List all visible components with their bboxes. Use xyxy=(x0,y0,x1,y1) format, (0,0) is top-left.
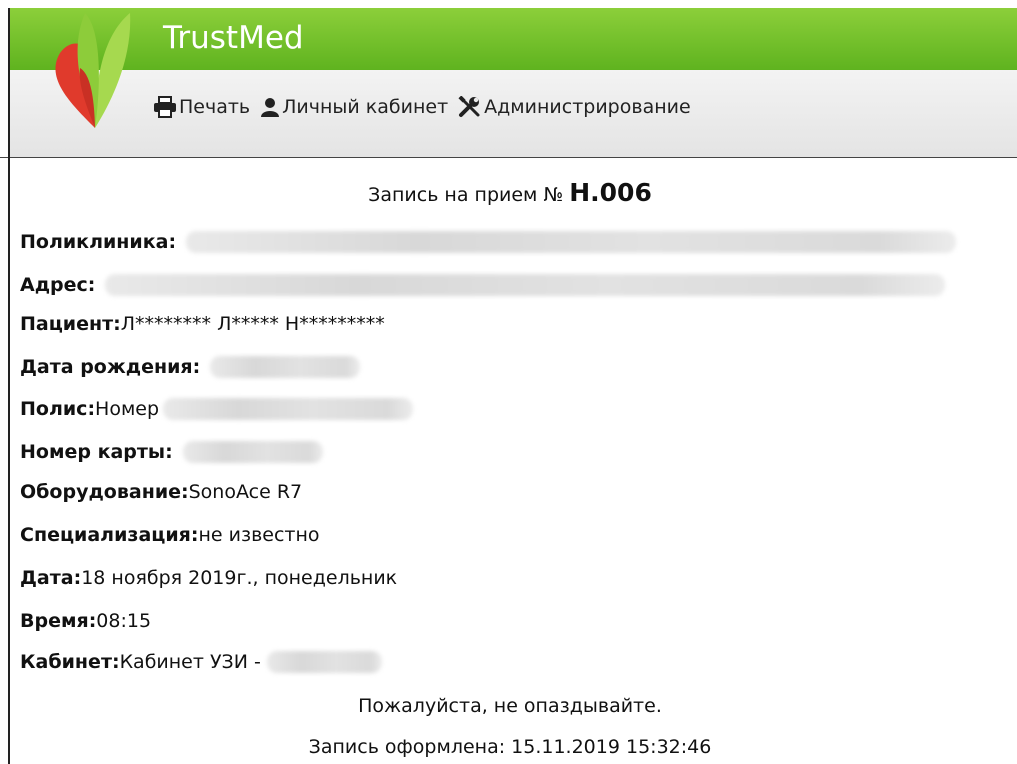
trustmed-logo-icon xyxy=(55,13,131,128)
menu-administration-label: Администрирование xyxy=(484,96,691,118)
birthdate-value-redacted xyxy=(210,356,361,378)
tools-icon xyxy=(458,96,480,117)
menu-print[interactable]: Печать xyxy=(153,96,250,118)
address-label: Адрес: xyxy=(20,274,96,296)
row-date: Дата: 18 ноября 2019г., понедельник xyxy=(20,567,397,589)
room-number-redacted xyxy=(266,651,382,673)
ticket-number: Н.006 xyxy=(569,178,652,207)
row-room: Кабинет: Кабинет УЗИ - xyxy=(20,651,382,673)
clinic-value-redacted xyxy=(186,231,957,253)
card-label: Номер карты: xyxy=(20,441,173,463)
row-patient: Пациент: Л******** Л***** Н********* xyxy=(20,313,385,335)
ticket-title-prefix: Запись на прием № xyxy=(368,184,570,206)
row-equipment: Оборудование: SonoAce R7 xyxy=(20,481,302,503)
policy-number-redacted xyxy=(163,398,414,420)
menu-administration[interactable]: Администрирование xyxy=(458,96,691,118)
menu-print-label: Печать xyxy=(179,96,251,118)
row-birthdate: Дата рождения: xyxy=(20,356,361,378)
row-specialization: Специализация: не известно xyxy=(20,524,320,546)
row-card: Номер карты: xyxy=(20,441,323,463)
reminder-text: Пожалуйста, не опаздывайте. xyxy=(358,695,662,717)
row-clinic: Поликлиника: xyxy=(20,231,957,253)
app-header: TrustMed Печать Личный кабинет Администр… xyxy=(0,0,1017,158)
clinic-label: Поликлиника: xyxy=(20,231,177,253)
issued-timestamp: Запись оформлена: 15.11.2019 15:32:46 xyxy=(308,736,712,758)
ticket-title: Запись на прием № Н.006 xyxy=(10,178,1010,207)
menu-personal-account-label: Личный кабинет xyxy=(282,96,449,118)
equipment-label: Оборудование: xyxy=(20,481,189,503)
row-policy: Полис: Номер xyxy=(20,398,414,420)
top-menu: Печать Личный кабинет Администрирование xyxy=(153,92,701,122)
room-label: Кабинет: xyxy=(20,651,120,673)
page-left-border xyxy=(8,8,10,764)
row-address: Адрес: xyxy=(20,274,946,296)
room-value: Кабинет УЗИ - xyxy=(119,651,261,673)
brand-title: TrustMed xyxy=(163,20,304,56)
date-label: Дата: xyxy=(20,567,82,589)
time-label: Время: xyxy=(20,610,97,632)
menu-personal-account[interactable]: Личный кабинет xyxy=(260,96,448,118)
equipment-value: SonoAce R7 xyxy=(188,481,303,503)
policy-value: Номер xyxy=(95,398,160,420)
date-value: 18 ноября 2019г., понедельник xyxy=(81,567,398,589)
row-time: Время: 08:15 xyxy=(20,610,151,632)
top-strip xyxy=(0,0,1017,8)
specialization-label: Специализация: xyxy=(20,524,199,546)
brand-bar xyxy=(8,8,1017,70)
user-icon xyxy=(261,98,280,117)
specialization-value: не известно xyxy=(198,524,320,546)
policy-label: Полис: xyxy=(20,398,96,420)
printer-icon xyxy=(154,96,176,118)
patient-value: Л******** Л***** Н********* xyxy=(120,313,385,335)
card-value-redacted xyxy=(182,441,323,463)
birthdate-label: Дата рождения: xyxy=(20,356,201,378)
patient-label: Пациент: xyxy=(20,313,121,335)
address-value-redacted xyxy=(105,274,946,296)
time-value: 08:15 xyxy=(96,610,152,632)
